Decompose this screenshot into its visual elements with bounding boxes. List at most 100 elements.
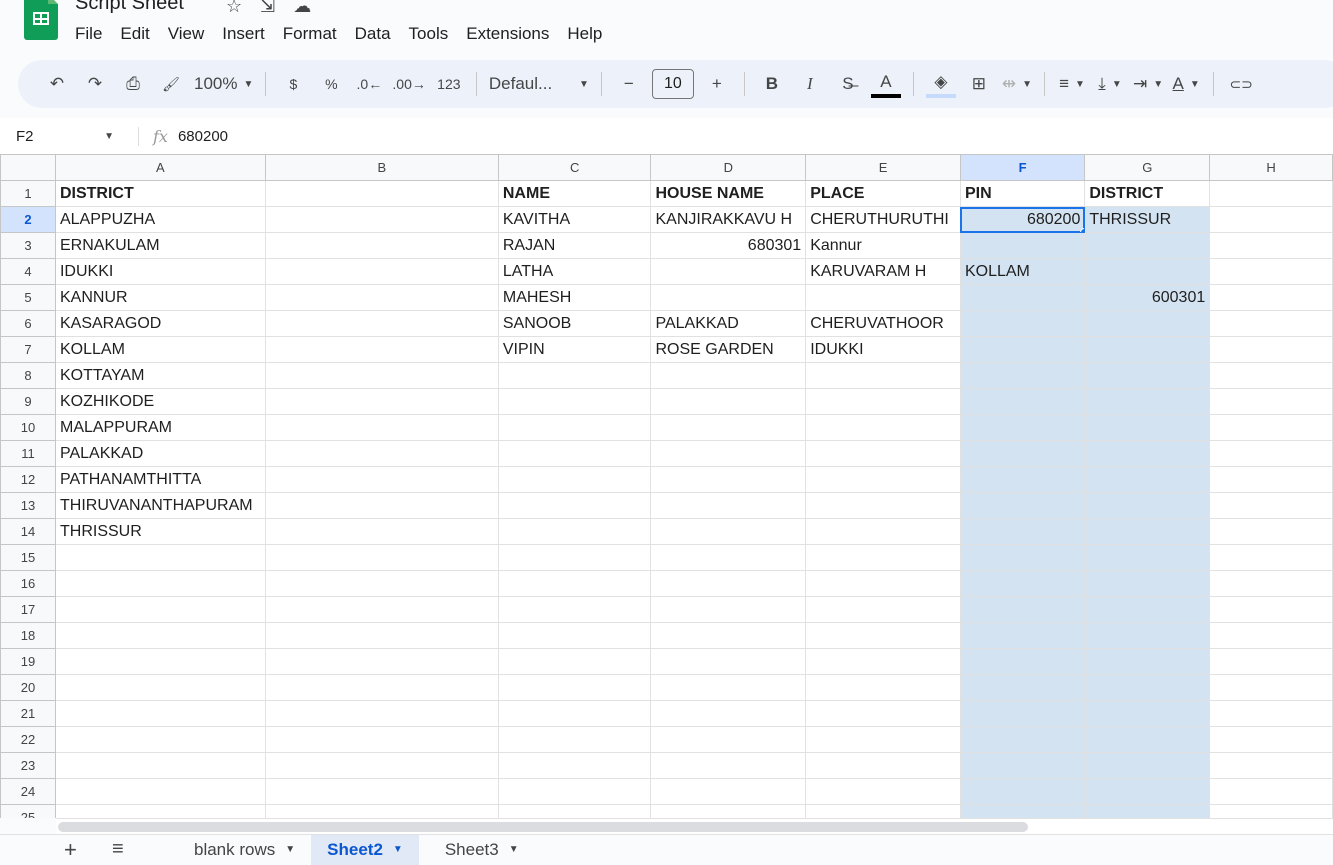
cell-e3[interactable]: Kannur xyxy=(805,232,961,259)
cell-c24[interactable] xyxy=(497,778,652,805)
cell-f4[interactable]: KOLLAM xyxy=(959,258,1086,285)
cell-b11[interactable] xyxy=(264,440,499,467)
row-header[interactable]: 20 xyxy=(0,674,56,701)
cell-g24[interactable] xyxy=(1084,778,1211,805)
cell-a4[interactable]: IDUKKI xyxy=(54,258,266,285)
cell-e5[interactable] xyxy=(805,284,961,311)
cell-f24[interactable] xyxy=(959,778,1086,805)
cell-h21[interactable] xyxy=(1209,700,1333,727)
cell-f16[interactable] xyxy=(959,570,1086,597)
column-header-h[interactable]: H xyxy=(1209,154,1333,181)
cell-e18[interactable] xyxy=(805,622,961,649)
cell-a11[interactable]: PALAKKAD xyxy=(54,440,266,467)
menu-data[interactable]: Data xyxy=(346,24,400,44)
text-rotation-button[interactable]: A ▼ xyxy=(1171,68,1201,100)
cell-a9[interactable]: KOZHIKODE xyxy=(54,388,266,415)
cell-g4[interactable] xyxy=(1084,258,1211,285)
cell-a2[interactable]: ALAPPUZHA xyxy=(54,206,266,233)
cell-h19[interactable] xyxy=(1209,648,1333,675)
cell-d9[interactable] xyxy=(650,388,807,415)
cell-e20[interactable] xyxy=(805,674,961,701)
cell-b23[interactable] xyxy=(264,752,499,779)
cell-a25[interactable] xyxy=(54,804,266,818)
cell-c2[interactable]: KAVITHA xyxy=(497,206,652,233)
cell-a13[interactable]: THIRUVANANTHAPURAM xyxy=(54,492,266,519)
borders-button[interactable]: ⊞ xyxy=(964,68,994,100)
italic-button[interactable]: I xyxy=(795,68,825,100)
cell-e24[interactable] xyxy=(805,778,961,805)
cell-e12[interactable] xyxy=(805,466,961,493)
cell-c3[interactable]: RAJAN xyxy=(497,232,652,259)
column-header-c[interactable]: C xyxy=(497,154,652,181)
cell-d12[interactable] xyxy=(650,466,807,493)
cell-c22[interactable] xyxy=(497,726,652,753)
cell-a21[interactable] xyxy=(54,700,266,727)
cell-f25[interactable] xyxy=(959,804,1086,818)
cell-b18[interactable] xyxy=(264,622,499,649)
cell-b13[interactable] xyxy=(264,492,499,519)
cell-f19[interactable] xyxy=(959,648,1086,675)
cell-c10[interactable] xyxy=(497,414,652,441)
cell-d16[interactable] xyxy=(650,570,807,597)
cell-c17[interactable] xyxy=(497,596,652,623)
cell-g8[interactable] xyxy=(1084,362,1211,389)
cell-d8[interactable] xyxy=(650,362,807,389)
row-header[interactable]: 19 xyxy=(0,648,56,675)
column-header-f[interactable]: F xyxy=(959,154,1086,181)
cell-h10[interactable] xyxy=(1209,414,1333,441)
cell-h9[interactable] xyxy=(1209,388,1333,415)
cell-e11[interactable] xyxy=(805,440,961,467)
cell-h2[interactable] xyxy=(1209,206,1333,233)
cell-h15[interactable] xyxy=(1209,544,1333,571)
cell-c16[interactable] xyxy=(497,570,652,597)
cell-c15[interactable] xyxy=(497,544,652,571)
cell-g5[interactable]: 600301 xyxy=(1084,284,1211,311)
cell-f21[interactable] xyxy=(959,700,1086,727)
vertical-align-button[interactable]: ⤓ ▼ xyxy=(1095,68,1125,100)
bold-button[interactable]: B xyxy=(757,68,787,100)
cell-h3[interactable] xyxy=(1209,232,1333,259)
row-header[interactable]: 5 xyxy=(0,284,56,311)
sheet-tab[interactable]: Sheet3 ▼ xyxy=(429,835,535,865)
cell-a23[interactable] xyxy=(54,752,266,779)
cell-f1[interactable]: PIN xyxy=(959,180,1086,207)
column-header-e[interactable]: E xyxy=(805,154,961,181)
more-formats-button[interactable]: 123 xyxy=(434,68,464,100)
row-header[interactable]: 1 xyxy=(0,180,56,207)
cell-e8[interactable] xyxy=(805,362,961,389)
paint-format-icon[interactable]: 🖌 xyxy=(156,68,186,100)
cell-e13[interactable] xyxy=(805,492,961,519)
cell-c11[interactable] xyxy=(497,440,652,467)
cell-a3[interactable]: ERNAKULAM xyxy=(54,232,266,259)
cell-h11[interactable] xyxy=(1209,440,1333,467)
cell-d13[interactable] xyxy=(650,492,807,519)
cell-g15[interactable] xyxy=(1084,544,1211,571)
cell-g12[interactable] xyxy=(1084,466,1211,493)
cell-c8[interactable] xyxy=(497,362,652,389)
cell-b10[interactable] xyxy=(264,414,499,441)
column-header-b[interactable]: B xyxy=(264,154,499,181)
cell-d22[interactable] xyxy=(650,726,807,753)
cell-c6[interactable]: SANOOB xyxy=(497,310,652,337)
cell-e6[interactable]: CHERUVATHOOR xyxy=(805,310,961,337)
cell-b6[interactable] xyxy=(264,310,499,337)
cell-b12[interactable] xyxy=(264,466,499,493)
cell-g2[interactable]: THRISSUR xyxy=(1084,206,1211,233)
cell-c18[interactable] xyxy=(497,622,652,649)
cell-e4[interactable]: KARUVARAM H xyxy=(805,258,961,285)
cell-d5[interactable] xyxy=(650,284,807,311)
cell-g3[interactable] xyxy=(1084,232,1211,259)
cell-g18[interactable] xyxy=(1084,622,1211,649)
cell-c19[interactable] xyxy=(497,648,652,675)
cell-d18[interactable] xyxy=(650,622,807,649)
cloud-saved-icon[interactable]: ☁ xyxy=(293,0,311,17)
cell-b21[interactable] xyxy=(264,700,499,727)
cell-c4[interactable]: LATHA xyxy=(497,258,652,285)
cell-d10[interactable] xyxy=(650,414,807,441)
row-header[interactable]: 4 xyxy=(0,258,56,285)
move-to-folder-icon[interactable]: ⇲ xyxy=(260,0,275,17)
cell-h4[interactable] xyxy=(1209,258,1333,285)
select-all-corner[interactable] xyxy=(0,154,56,181)
cell-e15[interactable] xyxy=(805,544,961,571)
cell-e10[interactable] xyxy=(805,414,961,441)
